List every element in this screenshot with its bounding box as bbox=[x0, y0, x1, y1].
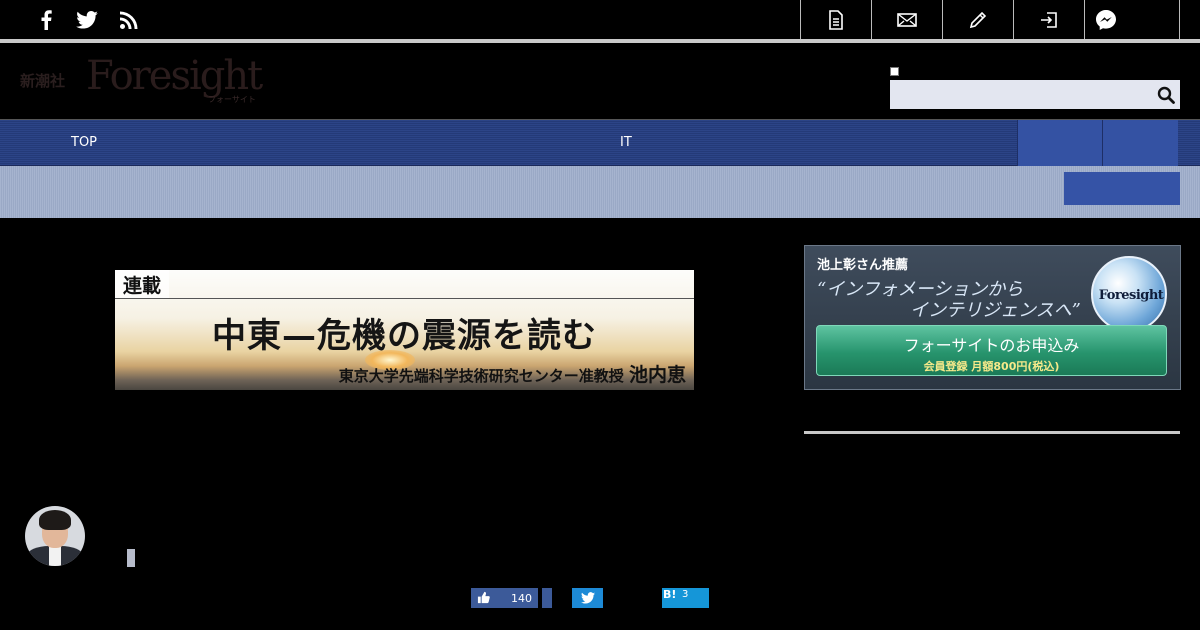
text-marker bbox=[127, 549, 135, 567]
nav-item-top[interactable]: TOP bbox=[71, 135, 97, 150]
publisher-logo[interactable]: 新潮社 bbox=[20, 70, 65, 91]
nav-item-it[interactable]: IT bbox=[620, 135, 632, 150]
login-icon bbox=[1041, 12, 1057, 28]
search-icon bbox=[1157, 86, 1175, 104]
subscription-ad[interactable]: 池上彰さん推薦 “インフォメーションから インテリジェンスへ” Foresigh… bbox=[804, 245, 1181, 390]
subscribe-button[interactable]: フォーサイトのお申込み 会員登録 月額800円(税込) bbox=[816, 325, 1167, 376]
ad-quote-line2: インテリジェンスへ” bbox=[910, 300, 1081, 321]
rss-icon bbox=[120, 11, 138, 29]
subscribe-button-label: フォーサイトのお申込み bbox=[903, 336, 1080, 355]
hatena-logo: B! bbox=[663, 588, 677, 601]
banner-divider bbox=[115, 298, 694, 299]
site-logo[interactable]: Foresight bbox=[86, 53, 263, 99]
search-checkbox[interactable] bbox=[890, 67, 899, 76]
mail-icon bbox=[897, 13, 917, 27]
hatena-bookmark-button[interactable]: B! 3 bbox=[662, 588, 709, 608]
main-nav: TOP IT bbox=[0, 120, 1200, 166]
mail-button[interactable] bbox=[871, 0, 942, 40]
sidebar-divider bbox=[804, 431, 1180, 434]
login-button[interactable] bbox=[1013, 0, 1084, 40]
search-button[interactable] bbox=[1152, 80, 1180, 109]
pencil-icon bbox=[969, 11, 987, 29]
tweet-button[interactable] bbox=[572, 588, 603, 608]
facebook-share-button[interactable] bbox=[542, 588, 552, 608]
avatar-shirt bbox=[49, 546, 61, 566]
facebook-like-button[interactable]: 140 bbox=[471, 588, 538, 608]
author-title: 東京大学先端科学技術研究センター准教授 bbox=[338, 367, 624, 385]
sub-nav-bar bbox=[0, 166, 1200, 218]
facebook-icon bbox=[41, 10, 52, 30]
series-banner[interactable]: 連載 中東—危機の震源を読む 東京大学先端科学技術研究センター准教授 池内恵 bbox=[115, 270, 694, 390]
nav-button-1[interactable] bbox=[1017, 120, 1102, 166]
subscribe-price: 会員登録 月額800円(税込) bbox=[923, 360, 1060, 373]
nav-button-2[interactable] bbox=[1102, 120, 1178, 166]
hatena-count: 3 bbox=[682, 589, 689, 600]
globe-logo: Foresight bbox=[1091, 256, 1167, 332]
subbar-button[interactable] bbox=[1064, 172, 1180, 205]
edit-button[interactable] bbox=[942, 0, 1013, 40]
document-icon bbox=[829, 10, 843, 30]
document-button[interactable] bbox=[800, 0, 871, 40]
series-author: 東京大学先端科学技術研究センター准教授 池内恵 bbox=[339, 360, 686, 387]
site-header: 新潮社 Foresight フォーサイト bbox=[0, 43, 1200, 120]
rss-link[interactable] bbox=[117, 8, 141, 32]
twitter-icon bbox=[580, 592, 595, 604]
series-title: 中東—危機の震源を読む bbox=[212, 316, 597, 356]
site-logo-sub: フォーサイト bbox=[208, 95, 256, 104]
messenger-icon bbox=[1096, 10, 1116, 30]
author-avatar[interactable] bbox=[25, 506, 85, 566]
top-social-bar bbox=[0, 0, 1200, 40]
twitter-icon bbox=[76, 11, 98, 29]
avatar-hair bbox=[39, 510, 71, 530]
facebook-link[interactable] bbox=[34, 8, 58, 32]
search-input[interactable] bbox=[890, 80, 1152, 109]
twitter-link[interactable] bbox=[75, 8, 99, 32]
globe-logo-text: Foresight bbox=[1098, 288, 1164, 303]
like-count: 140 bbox=[511, 592, 532, 605]
series-tag: 連載 bbox=[115, 270, 170, 298]
author-name: 池内恵 bbox=[628, 364, 686, 386]
messenger-button[interactable] bbox=[1084, 0, 1180, 40]
thumbs-up-icon bbox=[477, 591, 490, 604]
ad-recommendation: 池上彰さん推薦 bbox=[817, 258, 909, 273]
